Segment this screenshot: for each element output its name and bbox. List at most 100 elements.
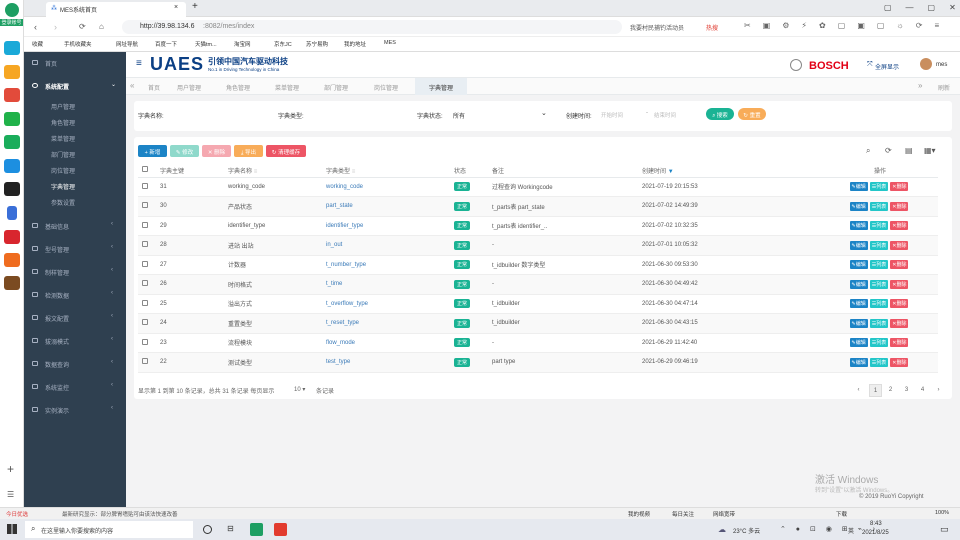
star-app-icon[interactable]	[4, 65, 20, 79]
sidebar-group[interactable]: 拔溺模式 ‹	[24, 335, 126, 347]
tab-posts[interactable]: 岗位管理	[369, 78, 403, 95]
cell-dict-type[interactable]: t_reset_type	[322, 313, 450, 334]
avatar[interactable]	[920, 58, 932, 70]
row-checkbox[interactable]	[138, 274, 156, 295]
sidebar-group[interactable]: 基础信息 ‹	[24, 220, 126, 232]
status-item[interactable]: 我的视频	[628, 510, 650, 518]
orange-app-icon[interactable]	[4, 253, 20, 267]
table-toggle-icon[interactable]: ▤	[905, 146, 913, 155]
refresh-icon[interactable]: ⟳	[79, 22, 86, 31]
sidebar-sub-item[interactable]: 部门管理	[51, 150, 75, 159]
table-row[interactable]: 28 进站 出站 in_out 正常 -2021-07-01 10:05:32 ✎编辑 ☰列…	[138, 235, 938, 256]
row-checkbox[interactable]	[138, 352, 156, 373]
page-2[interactable]: 2	[884, 384, 897, 397]
row-delete-button[interactable]: ✕删除	[890, 260, 909, 270]
cell-dict-type[interactable]: flow_mode	[322, 333, 450, 353]
tab-refresh[interactable]: 刷新	[938, 83, 950, 92]
row-delete-button[interactable]: ✕删除	[890, 240, 909, 250]
page-size-select[interactable]: 10 ▾	[294, 386, 305, 393]
row-edit-button[interactable]: ✎编辑	[849, 260, 868, 270]
sidebar-group[interactable]: 报文配置 ‹	[24, 312, 126, 324]
status-today[interactable]: 今日优选	[6, 510, 28, 518]
refresh-cache-button[interactable]: ↻ 清理缓存	[266, 145, 306, 157]
row-checkbox[interactable]	[138, 196, 156, 217]
reset-button[interactable]: ↻ 重置	[738, 108, 766, 120]
login-label[interactable]: 登录账号	[0, 19, 23, 26]
edit-button[interactable]: ✎ 修改	[170, 145, 199, 157]
new-tab-button[interactable]: +	[192, 1, 198, 12]
bookmark-item[interactable]: 百度一下	[155, 40, 177, 48]
row-list-button[interactable]: ☰列表	[869, 318, 889, 328]
row-list-button[interactable]: ☰列表	[869, 221, 889, 231]
bookmark-item[interactable]: MES	[384, 40, 396, 46]
dict-type-link[interactable]: part_state	[326, 203, 353, 209]
search-button[interactable]: ⌕ 搜索	[706, 108, 734, 120]
taskbar-time[interactable]: 8:43	[870, 521, 882, 527]
end-time-input[interactable]: 结束时间	[654, 111, 676, 119]
row-checkbox[interactable]	[138, 235, 156, 256]
row-edit-button[interactable]: ✎编辑	[849, 318, 868, 328]
sidebar-group[interactable]: 实例演示 ‹	[24, 404, 126, 416]
row-checkbox[interactable]	[138, 333, 156, 353]
taskbar-date[interactable]: 2021/8/25	[862, 530, 889, 536]
tab-nav-right[interactable]: »	[918, 81, 922, 90]
table-row[interactable]: 22 测试类型 test_type 正常 part type 2021-06-29 09:…	[138, 352, 938, 373]
select-all-checkbox[interactable]	[138, 164, 156, 178]
row-edit-button[interactable]: ✎编辑	[849, 182, 868, 192]
home-icon[interactable]: ⌂	[99, 22, 104, 31]
dict-type-link[interactable]: t_overflow_type	[326, 301, 368, 307]
row-delete-button[interactable]: ✕删除	[890, 318, 909, 328]
dict-type-link[interactable]: test_type	[326, 359, 350, 365]
row-delete-button[interactable]: ✕删除	[890, 201, 909, 211]
row-delete-button[interactable]: ✕删除	[890, 338, 909, 348]
row-edit-button[interactable]: ✎编辑	[849, 221, 868, 231]
back-icon[interactable]: ‹	[34, 22, 37, 32]
sidebar-sub-item[interactable]: 用户管理	[51, 102, 75, 111]
status-item[interactable]: 下载	[836, 510, 847, 518]
add-button[interactable]: + 新增	[138, 145, 167, 157]
row-list-button[interactable]: ☰列表	[869, 338, 889, 348]
sidebar-sub-item[interactable]: 岗位管理	[51, 166, 75, 175]
page-1[interactable]: 1	[869, 384, 882, 397]
weather-text[interactable]: 23°C 多云	[733, 526, 760, 535]
row-checkbox[interactable]	[138, 255, 156, 275]
dict-type-link[interactable]: flow_mode	[326, 340, 355, 346]
cell-dict-type[interactable]: identifier_type	[322, 216, 450, 236]
row-edit-button[interactable]: ✎编辑	[849, 338, 868, 348]
dark-app-icon[interactable]	[4, 182, 20, 196]
dict-type-link[interactable]: in_out	[326, 242, 342, 248]
table-row[interactable]: 24 重置类型 t_reset_type 正常 t_idbuilder 2021-06-3…	[138, 313, 938, 334]
page-next[interactable]: ›	[932, 384, 945, 397]
table-search-icon[interactable]: ⌕	[866, 146, 870, 156]
windows-start-icon[interactable]	[7, 524, 17, 534]
row-edit-button[interactable]: ✎编辑	[849, 299, 868, 309]
row-delete-button[interactable]: ✕删除	[890, 299, 909, 309]
sidebar-group[interactable]: 型号管理 ‹	[24, 243, 126, 255]
page-prev[interactable]: ‹	[852, 384, 865, 397]
p-app-icon[interactable]	[4, 159, 20, 173]
table-columns-icon[interactable]: ▦▾	[924, 146, 936, 155]
row-list-button[interactable]: ☰列表	[869, 299, 889, 309]
game2-app-icon[interactable]	[4, 276, 20, 290]
tab-nav-left[interactable]: «	[130, 81, 134, 90]
menu-toggle-icon[interactable]: ≡	[136, 58, 142, 69]
row-list-button[interactable]: ☰列表	[869, 357, 889, 367]
sidebar-sub-item[interactable]: 参数设置	[51, 198, 75, 207]
status-zoom[interactable]: 100%	[935, 510, 949, 516]
row-list-button[interactable]: ☰列表	[869, 240, 889, 250]
row-edit-button[interactable]: ✎编辑	[849, 201, 868, 211]
tab-roles[interactable]: 角色管理	[221, 78, 255, 95]
cell-dict-type[interactable]: t_time	[322, 274, 450, 295]
tab-home[interactable]: 首页	[142, 78, 166, 95]
bookmark-item[interactable]: 淘宝网	[234, 40, 251, 48]
browser-tab[interactable]: ⁂ MES系统首页 ×	[46, 2, 186, 17]
weibo-app-icon[interactable]	[4, 88, 20, 102]
header-create-time[interactable]: 创建时间 ▼	[638, 164, 818, 178]
sidebar-sub-item-active[interactable]: 字典管理	[51, 182, 75, 191]
add-app-icon[interactable]: +	[7, 462, 14, 476]
fullscreen-button[interactable]: 全屏显示	[875, 62, 899, 71]
cell-dict-type[interactable]: in_out	[322, 235, 450, 256]
table-row[interactable]: 27 计数器 t_number_type 正常 t_idbuilder 数字类型 2021…	[138, 255, 938, 275]
bookmark-item[interactable]: 收藏	[32, 40, 43, 48]
delete-button[interactable]: ✕ 删除	[202, 145, 231, 157]
